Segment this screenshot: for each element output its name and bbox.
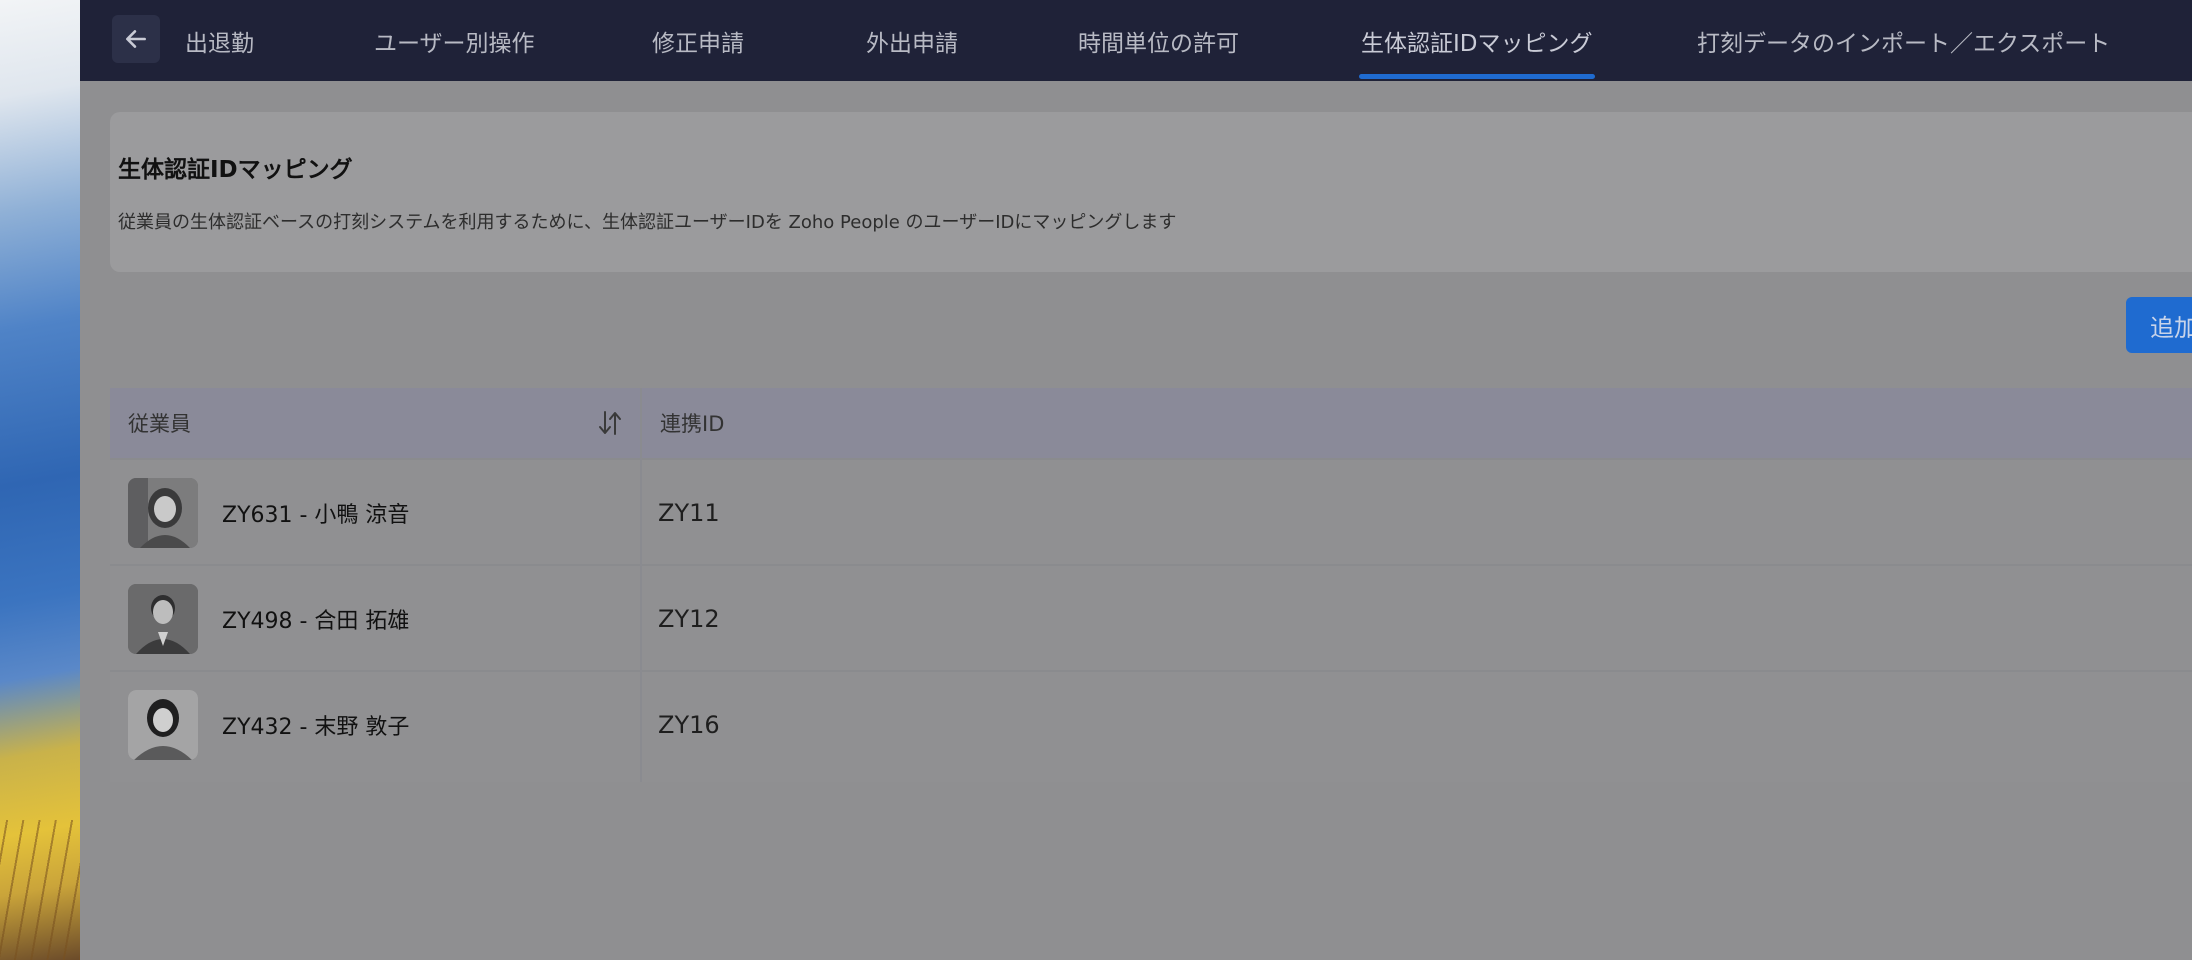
avatar bbox=[128, 478, 198, 548]
page-description: 従業員の生体認証ベースの打刻システムを利用するために、生体認証ユーザーIDを Z… bbox=[118, 212, 1177, 233]
employee-name[interactable]: ZY498 - 合田 拓雄 bbox=[222, 566, 409, 672]
column-divider bbox=[640, 388, 642, 782]
tab-hourly-permission[interactable]: 時間単位の許可 bbox=[1078, 0, 1239, 81]
table-row[interactable]: ZY432 - 末野 敦子 ZY16 bbox=[110, 670, 2192, 782]
desktop-wallpaper bbox=[0, 0, 80, 960]
employee-name[interactable]: ZY432 - 末野 敦子 bbox=[222, 672, 409, 778]
avatar bbox=[128, 584, 198, 654]
tab-outing-requests[interactable]: 外出申請 bbox=[866, 0, 958, 81]
top-navigation: 出退勤 ユーザー別操作 修正申請 外出申請 時間単位の許可 生体認証IDマッピン… bbox=[80, 0, 2192, 81]
tab-correction-requests[interactable]: 修正申請 bbox=[652, 0, 744, 81]
column-header-employee[interactable]: 従業員 bbox=[128, 388, 191, 458]
app-window: 出退勤 ユーザー別操作 修正申請 外出申請 時間単位の許可 生体認証IDマッピン… bbox=[80, 0, 2192, 960]
column-header-link-id[interactable]: 連携ID bbox=[660, 388, 724, 458]
table-row[interactable]: ZY498 - 合田 拓雄 ZY12 bbox=[110, 564, 2192, 672]
tab-user-operations[interactable]: ユーザー別操作 bbox=[374, 0, 535, 81]
arrow-left-icon bbox=[126, 30, 146, 48]
sort-icon[interactable] bbox=[596, 408, 624, 438]
link-id-value: ZY11 bbox=[658, 499, 720, 527]
page-title: 生体認証IDマッピング bbox=[118, 157, 353, 183]
mapping-table: 従業員 連携ID ZY631 - 小鴨 涼音 ZY11 ZY498 - 合田 拓… bbox=[110, 388, 2192, 782]
link-id-value: ZY16 bbox=[658, 711, 720, 739]
table-header: 従業員 連携ID bbox=[110, 388, 2192, 458]
tab-attendance[interactable]: 出退勤 bbox=[185, 0, 254, 81]
table-row[interactable]: ZY631 - 小鴨 涼音 ZY11 bbox=[110, 458, 2192, 566]
back-button[interactable] bbox=[112, 15, 160, 63]
add-button[interactable]: 追加 bbox=[2126, 297, 2192, 353]
info-card bbox=[110, 112, 2192, 272]
tab-punch-import-export[interactable]: 打刻データのインポート／エクスポート bbox=[1697, 0, 2110, 81]
link-id-value: ZY12 bbox=[658, 605, 720, 633]
tab-biometric-id-mapping[interactable]: 生体認証IDマッピング bbox=[1359, 0, 1594, 81]
employee-name[interactable]: ZY631 - 小鴨 涼音 bbox=[222, 460, 409, 566]
avatar bbox=[128, 690, 198, 760]
